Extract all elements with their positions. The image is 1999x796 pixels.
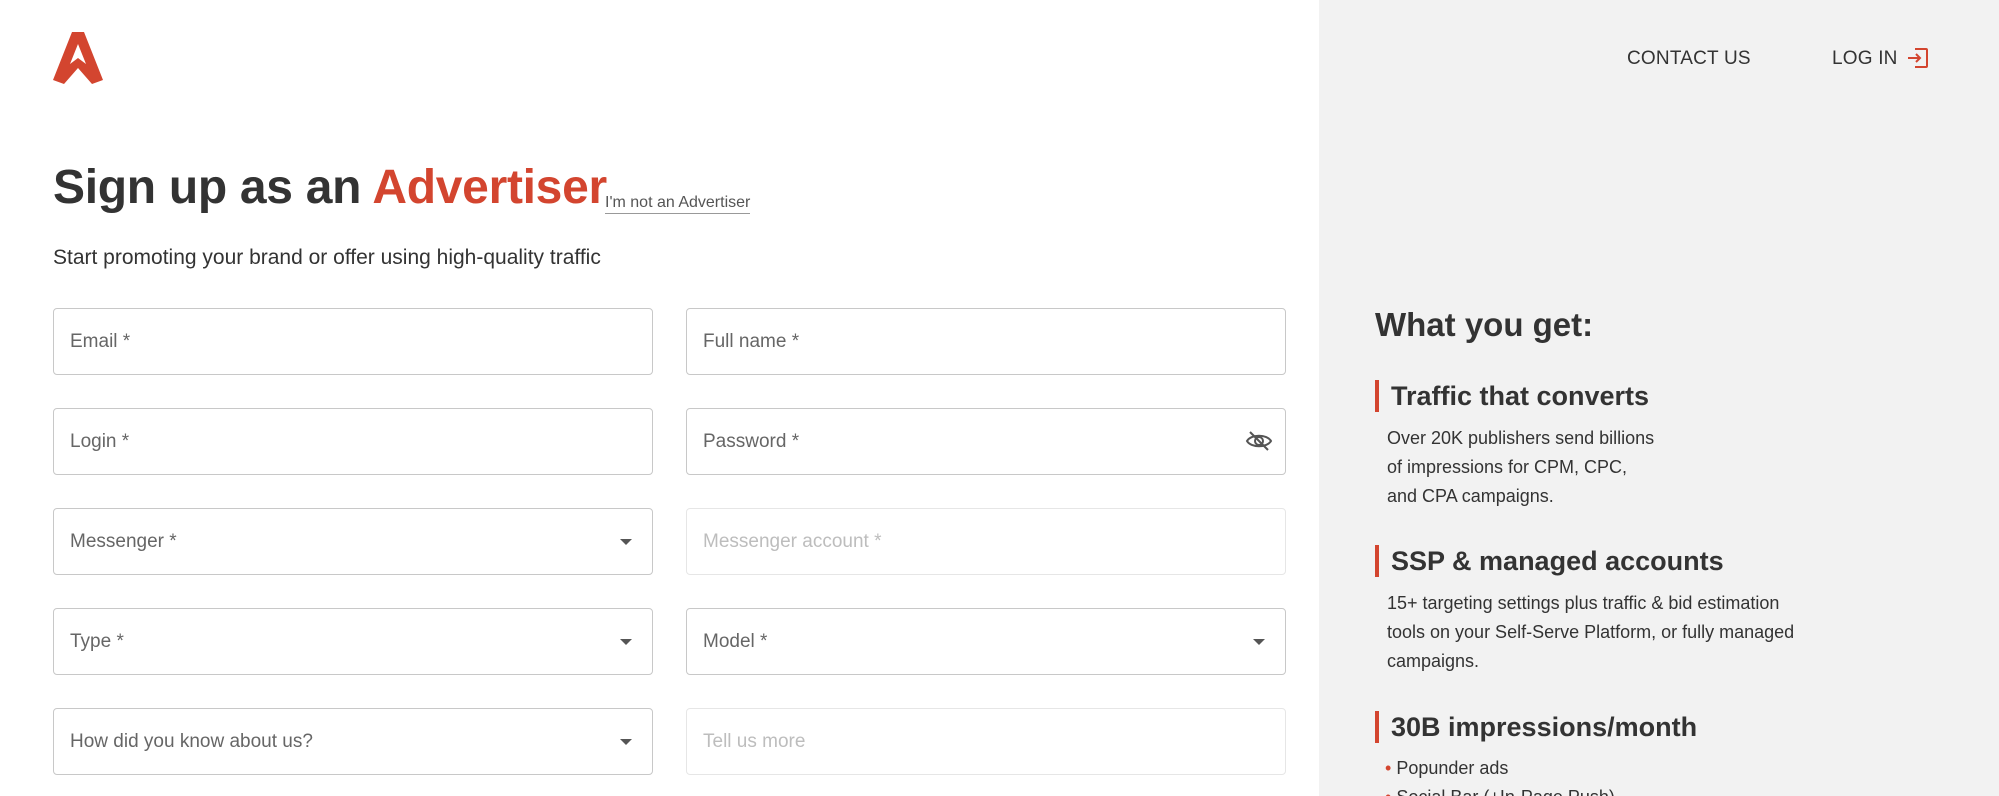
list-item: Social Bar (+In-Page Push) (1385, 783, 1615, 796)
benefits-heading: What you get: (1375, 306, 1594, 343)
feature-description: Over 20K publishers send billions of imp… (1387, 428, 1655, 506)
full-name-field[interactable]: Full name * (686, 308, 1286, 375)
chevron-down-icon (1253, 639, 1265, 645)
feature-title: Traffic that converts (1375, 380, 1649, 412)
eye-off-icon[interactable] (1245, 429, 1273, 453)
page-subtitle: Start promoting your brand or offer usin… (53, 246, 601, 269)
password-field[interactable]: Password * (686, 408, 1286, 475)
list-item: Popunder ads (1385, 754, 1615, 783)
model-placeholder: Model * (703, 630, 768, 652)
page-title: Sign up as an Advertiser (53, 161, 607, 214)
tell-more-placeholder: Tell us more (703, 730, 806, 752)
contact-us-link[interactable]: CONTACT US (1627, 48, 1751, 70)
feature-title: 30B impressions/month (1375, 711, 1697, 743)
model-select[interactable]: Model * (686, 608, 1286, 675)
log-in-icon[interactable] (1906, 46, 1930, 70)
messenger-account-placeholder: Messenger account * (703, 530, 882, 552)
signup-panel: Sign up as an Advertiser I'm not an Adve… (0, 0, 1319, 796)
chevron-down-icon (620, 539, 632, 545)
feature-bullets: Popunder ads Social Bar (+In-Page Push) (1385, 754, 1615, 796)
full-name-placeholder: Full name * (703, 330, 800, 352)
brand-a-logo-icon[interactable] (52, 30, 104, 84)
tell-more-field[interactable]: Tell us more (686, 708, 1286, 775)
login-field[interactable]: Login * (53, 408, 653, 475)
password-placeholder: Password * (703, 430, 800, 452)
type-select[interactable]: Type * (53, 608, 653, 675)
type-placeholder: Type * (70, 630, 124, 652)
login-placeholder: Login * (70, 430, 130, 452)
page-title-accent: Advertiser (372, 161, 607, 214)
chevron-down-icon (620, 639, 632, 645)
messenger-select[interactable]: Messenger * (53, 508, 653, 575)
how-know-placeholder: How did you know about us? (70, 730, 313, 752)
log-in-link[interactable]: LOG IN (1832, 48, 1898, 70)
feature-title: SSP & managed accounts (1375, 545, 1724, 577)
email-field[interactable]: Email * (53, 308, 653, 375)
not-advertiser-link[interactable]: I'm not an Advertiser (605, 194, 751, 214)
email-placeholder: Email * (70, 330, 131, 352)
messenger-account-field[interactable]: Messenger account * (686, 508, 1286, 575)
messenger-placeholder: Messenger * (70, 530, 177, 552)
how-know-select[interactable]: How did you know about us? (53, 708, 653, 775)
feature-description: 15+ targeting settings plus traffic & bi… (1387, 593, 1795, 671)
chevron-down-icon (620, 739, 632, 745)
